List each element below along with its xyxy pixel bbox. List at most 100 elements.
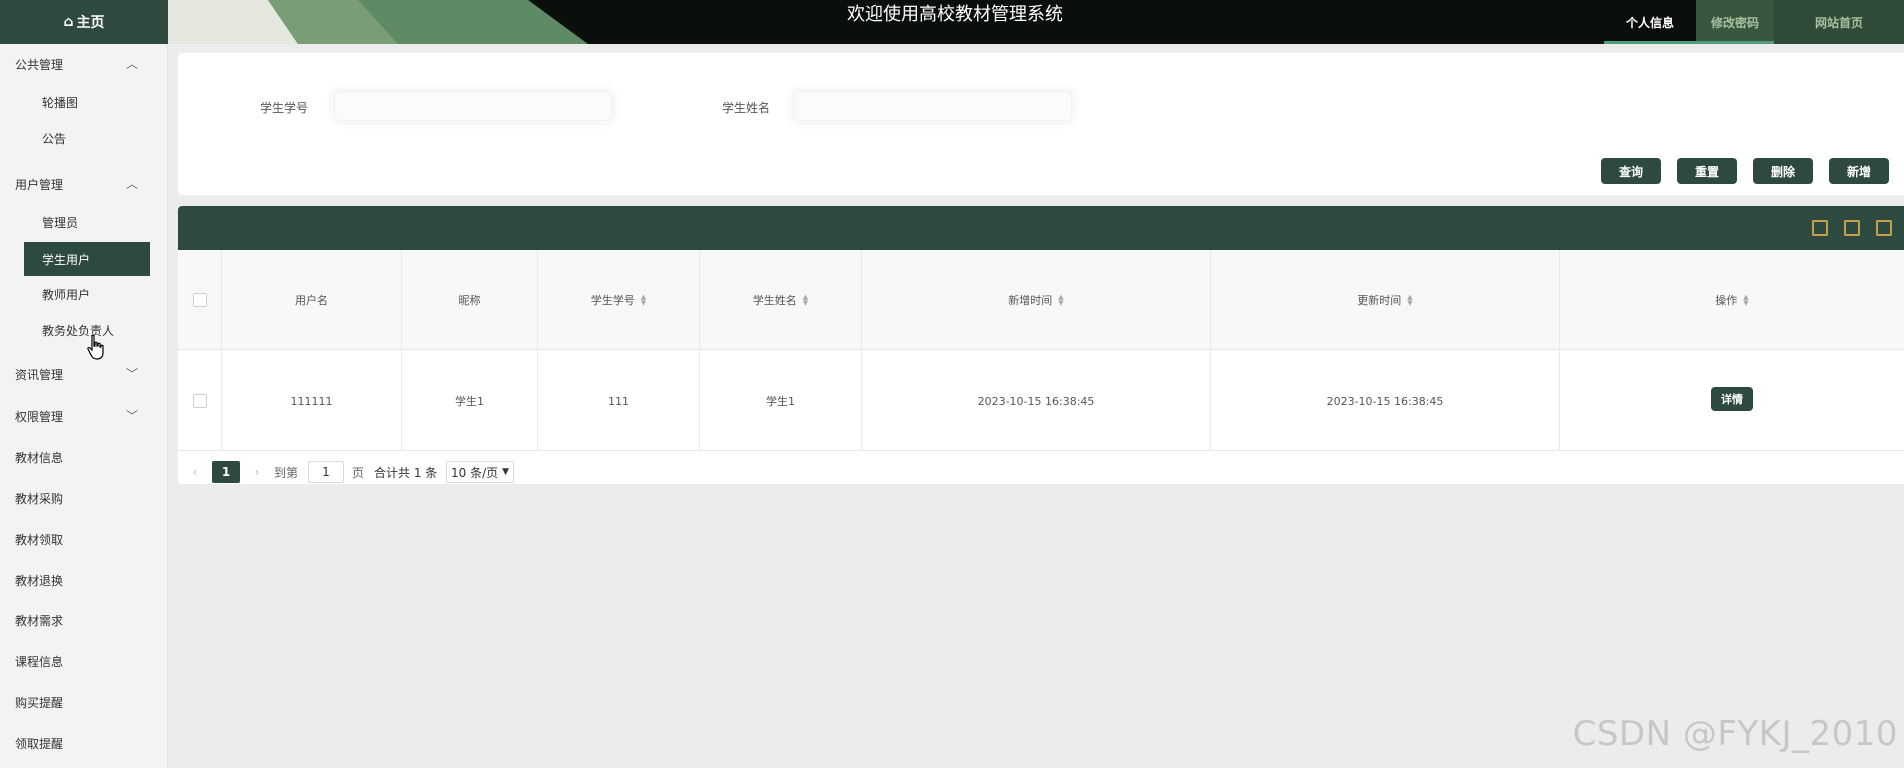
student-name-label: 学生姓名 bbox=[722, 101, 771, 115]
header-decoration bbox=[168, 0, 634, 44]
sidebar-item-course-info[interactable]: 课程信息 bbox=[0, 645, 168, 677]
sidebar-item-notice[interactable]: 公告 bbox=[0, 122, 168, 154]
columns-icon[interactable] bbox=[1812, 220, 1828, 236]
top-nav: 个人信息 修改密码 网站首页 bbox=[1604, 0, 1904, 44]
sidebar-item-student-users[interactable]: 学生用户 bbox=[24, 242, 150, 276]
sidebar-group-label: 权限管理 bbox=[15, 409, 64, 424]
sidebar-item-textbook-purchase[interactable]: 教材采购 bbox=[0, 482, 168, 514]
home-link[interactable]: ⌂ 主页 bbox=[0, 0, 168, 44]
cell-student-name: 学生1 bbox=[700, 351, 862, 451]
cell-created-time: 2023-10-15 16:38:45 bbox=[862, 351, 1211, 451]
sidebar-item-label: 教师用户 bbox=[42, 287, 91, 302]
page-size-value: 10 条/页 bbox=[451, 465, 499, 480]
sidebar-item-textbook-demand[interactable]: 教材需求 bbox=[0, 604, 168, 636]
header-select-all bbox=[178, 250, 222, 350]
page-suffix: 页 bbox=[352, 465, 365, 480]
chevron-up-icon: ︿ bbox=[126, 57, 139, 71]
sidebar-group-news[interactable]: 资讯管理 ﹀ bbox=[0, 358, 168, 390]
sidebar-item-textbook-return[interactable]: 教材退换 bbox=[0, 564, 168, 596]
hand-cursor-icon bbox=[87, 334, 104, 360]
reset-button[interactable]: 重置 bbox=[1677, 158, 1737, 184]
sidebar-item-label: 管理员 bbox=[42, 215, 79, 230]
sidebar-group-permissions[interactable]: 权限管理 ﹀ bbox=[0, 400, 168, 432]
chevron-up-icon: ︿ bbox=[126, 177, 139, 191]
column-header: 昵称 bbox=[402, 250, 538, 350]
delete-button[interactable]: 删除 bbox=[1753, 158, 1813, 184]
sidebar-group-users[interactable]: 用户管理 ︿ bbox=[0, 168, 168, 200]
next-page-icon[interactable]: › bbox=[250, 461, 264, 483]
sidebar-item-label: 教材需求 bbox=[15, 613, 64, 628]
sidebar-item-teacher-users[interactable]: 教师用户 bbox=[0, 278, 168, 310]
sidebar-item-label: 教材退换 bbox=[15, 573, 64, 588]
chevron-down-icon: ﹀ bbox=[126, 409, 139, 423]
student-no-label: 学生学号 bbox=[260, 101, 309, 115]
chevron-down-icon: ▼ bbox=[502, 467, 510, 477]
column-header-sortable[interactable]: 学生学号 ▲ ▼ bbox=[538, 250, 700, 350]
sidebar-item-label: 公告 bbox=[42, 131, 67, 146]
sort-icon[interactable]: ▲ ▼ bbox=[641, 294, 646, 307]
top-bar: ⌂ 主页 欢迎使用高校教材管理系统 个人信息 修改密码 网站首页 bbox=[0, 0, 1904, 44]
chevron-down-icon: ﹀ bbox=[126, 367, 139, 381]
query-button[interactable]: 查询 bbox=[1601, 158, 1661, 184]
sort-icon[interactable]: ▲ ▼ bbox=[1743, 294, 1748, 307]
column-label: 新增时间 bbox=[1008, 294, 1053, 307]
column-label: 用户名 bbox=[295, 294, 328, 307]
column-header-sortable[interactable]: 新增时间 ▲ ▼ bbox=[862, 250, 1211, 350]
student-name-input[interactable] bbox=[794, 91, 1072, 121]
sidebar-item-label: 教材采购 bbox=[15, 491, 64, 506]
sidebar-item-textbook-info[interactable]: 教材信息 bbox=[0, 441, 168, 473]
student-no-input[interactable] bbox=[334, 91, 612, 121]
export-icon[interactable] bbox=[1844, 220, 1860, 236]
column-header-sortable[interactable]: 操作 ▲ ▼ bbox=[1560, 250, 1904, 350]
sidebar-group-public[interactable]: 公共管理 ︿ bbox=[0, 48, 168, 80]
table-header: 用户名 昵称 学生学号 ▲ ▼ 学生姓名 ▲ ▼ 新增时间 ▲ ▼ 更新时间 ▲ ▼ 操… bbox=[178, 250, 1904, 350]
prev-page-icon[interactable]: ‹ bbox=[188, 461, 202, 483]
sidebar-item-label: 教材领取 bbox=[15, 532, 64, 547]
sort-icon[interactable]: ▲ ▼ bbox=[803, 294, 808, 307]
row-select bbox=[178, 351, 222, 451]
detail-button[interactable]: 详情 bbox=[1711, 387, 1753, 411]
sidebar-item-textbook-receive[interactable]: 教材领取 bbox=[0, 523, 168, 555]
select-all-checkbox[interactable] bbox=[192, 293, 207, 307]
sidebar-item-label: 领取提醒 bbox=[15, 736, 64, 751]
tab-site-home[interactable]: 网站首页 bbox=[1774, 0, 1904, 44]
tab-profile[interactable]: 个人信息 bbox=[1604, 0, 1696, 44]
goto-label: 到第 bbox=[274, 465, 299, 480]
sidebar-item-carousel[interactable]: 轮播图 bbox=[0, 86, 168, 118]
pagination: ‹ 1 › 到第 1 页 合计共 1 条 10 条/页 ▼ bbox=[178, 454, 878, 484]
watermark: CSDN @FYKJ_2010 bbox=[1572, 714, 1898, 754]
table-toolbar bbox=[178, 206, 1904, 250]
sidebar-item-purchase-reminder[interactable]: 购买提醒 bbox=[0, 686, 168, 718]
column-label: 学生姓名 bbox=[752, 294, 797, 307]
sidebar-item-label: 课程信息 bbox=[15, 654, 64, 669]
sidebar-item-admin[interactable]: 管理员 bbox=[0, 206, 168, 238]
page-size-select[interactable]: 10 条/页 ▼ bbox=[446, 461, 515, 483]
table-row: 111111 学生1 111 学生1 2023-10-15 16:38:45 2… bbox=[178, 351, 1904, 451]
sidebar-item-academic-affairs[interactable]: 教务处负责人 bbox=[0, 314, 168, 346]
column-header-sortable[interactable]: 更新时间 ▲ ▼ bbox=[1211, 250, 1560, 350]
cell-username: 111111 bbox=[222, 351, 402, 451]
column-label: 学生学号 bbox=[590, 294, 635, 307]
page-current[interactable]: 1 bbox=[212, 461, 240, 483]
print-icon[interactable] bbox=[1876, 220, 1892, 236]
sidebar-item-label: 学生用户 bbox=[42, 252, 91, 267]
page-title: 欢迎使用高校教材管理系统 bbox=[847, 4, 1063, 25]
column-label: 昵称 bbox=[458, 294, 481, 307]
sidebar: 公共管理 ︿ 轮播图 公告 用户管理 ︿ 管理员 学生用户 教师用户 教务处负责… bbox=[0, 44, 168, 768]
sidebar-group-label: 用户管理 bbox=[15, 177, 64, 192]
goto-page-input[interactable]: 1 bbox=[308, 461, 344, 483]
column-header-sortable[interactable]: 学生姓名 ▲ ▼ bbox=[700, 250, 862, 350]
search-panel: 学生学号 学生姓名 查询 重置 删除 新增 bbox=[178, 53, 1904, 195]
add-button[interactable]: 新增 bbox=[1829, 158, 1889, 184]
column-header: 用户名 bbox=[222, 250, 402, 350]
sort-icon[interactable]: ▲ ▼ bbox=[1407, 294, 1412, 307]
table-panel: 用户名 昵称 学生学号 ▲ ▼ 学生姓名 ▲ ▼ 新增时间 ▲ ▼ 更新时间 ▲ ▼ 操… bbox=[178, 206, 1904, 484]
sidebar-item-receive-reminder[interactable]: 领取提醒 bbox=[0, 727, 168, 759]
row-checkbox[interactable] bbox=[192, 394, 207, 408]
total-count: 合计共 1 条 bbox=[374, 465, 438, 480]
tab-change-password[interactable]: 修改密码 bbox=[1696, 0, 1774, 44]
cell-actions: 详情 bbox=[1560, 351, 1904, 451]
cell-updated-time: 2023-10-15 16:38:45 bbox=[1211, 351, 1560, 451]
cell-student-no: 111 bbox=[538, 351, 700, 451]
sort-icon[interactable]: ▲ ▼ bbox=[1058, 294, 1063, 307]
